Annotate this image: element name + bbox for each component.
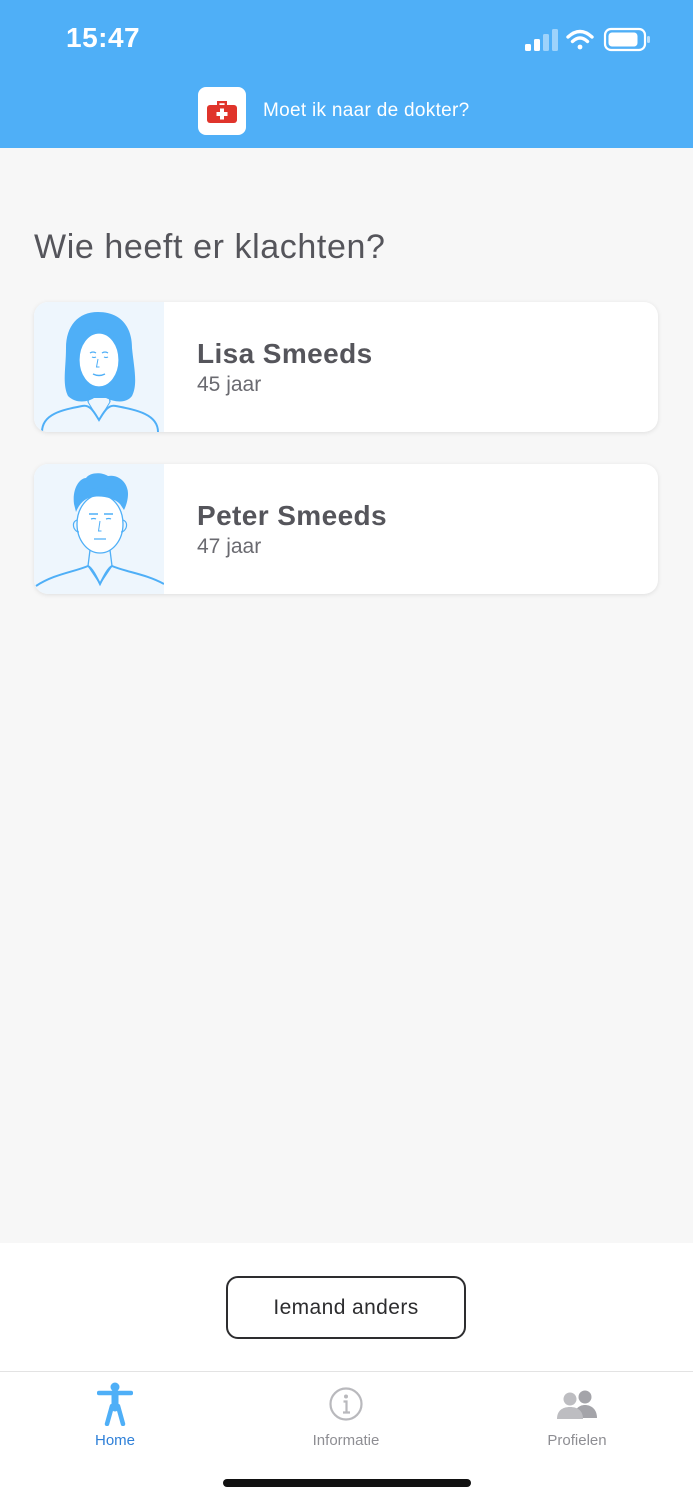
female-face-icon [34, 302, 164, 432]
app-header: 15:47 Moet ik naar de dokter? [0, 0, 693, 148]
tab-label: Home [94, 1432, 135, 1449]
info-icon [328, 1382, 364, 1426]
male-face-icon [34, 464, 165, 594]
battery-icon [603, 27, 650, 52]
app-title: Moet ik naar de dokter? [263, 100, 470, 121]
first-aid-kit-icon [198, 87, 246, 135]
profile-name: Peter Smeeds [197, 500, 388, 531]
someone-else-button[interactable]: Iemand anders [226, 1276, 466, 1339]
tab-informatie[interactable]: Informatie [266, 1382, 426, 1462]
people-icon [556, 1382, 598, 1426]
tab-label: Profielen [547, 1432, 607, 1449]
app-bar: Moet ik naar de dokter? [198, 87, 470, 135]
status-time: 15:47 [66, 22, 141, 53]
tabbar-divider [0, 1371, 693, 1372]
tab-home[interactable]: Home [35, 1382, 195, 1462]
profile-name: Lisa Smeeds [197, 338, 373, 369]
tab-profielen[interactable]: Profielen [497, 1382, 657, 1462]
status-icons [525, 27, 650, 52]
profile-card-lisa[interactable]: Lisa Smeeds 45 jaar [34, 302, 658, 432]
cellular-signal-icon [525, 29, 558, 51]
wifi-icon [566, 29, 594, 50]
person-figure-icon [97, 1382, 133, 1426]
tab-label: Informatie [312, 1432, 380, 1449]
home-indicator[interactable] [223, 1479, 471, 1487]
profile-card-peter[interactable]: Peter Smeeds 47 jaar [34, 464, 658, 594]
page-question: Wie heeft er klachten? [34, 228, 386, 266]
profile-age: 45 jaar [197, 373, 262, 396]
profile-age: 47 jaar [197, 535, 262, 558]
